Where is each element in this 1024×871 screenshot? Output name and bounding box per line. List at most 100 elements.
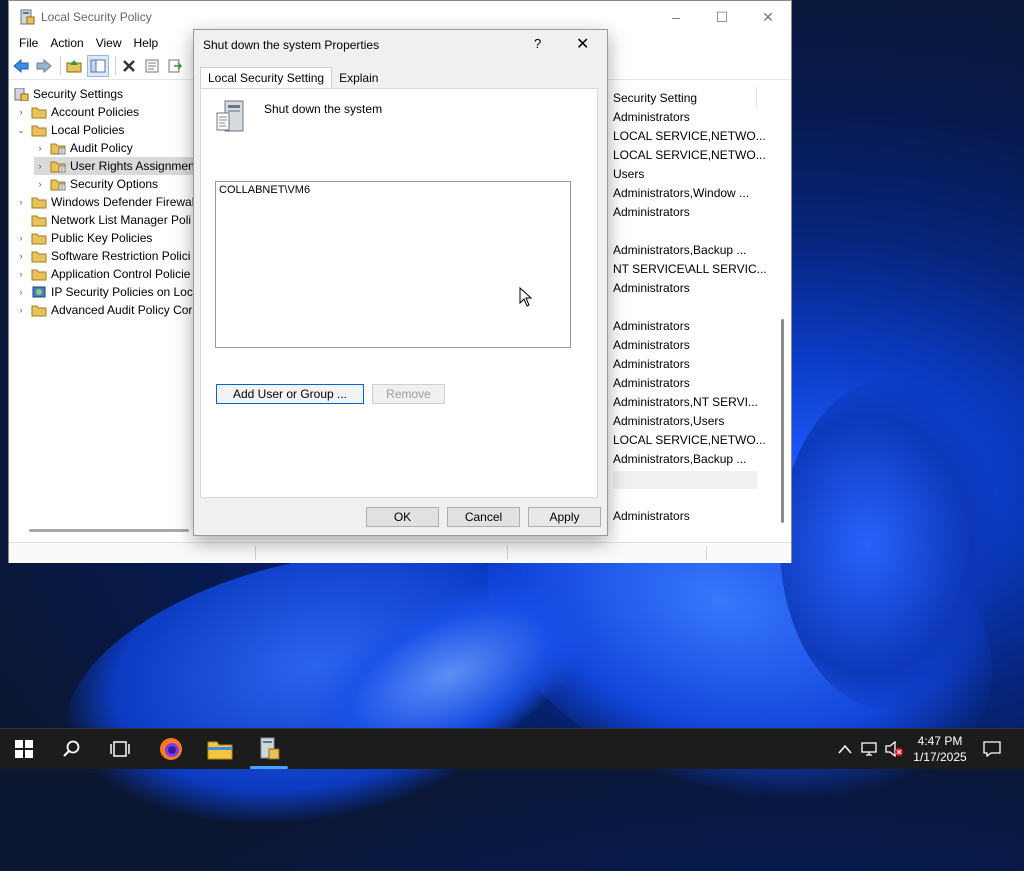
expand-arrow-icon[interactable]: › [15, 107, 27, 117]
file-explorer-icon [207, 741, 233, 760]
list-row[interactable]: Administrators,Users [613, 414, 724, 428]
expand-arrow-icon[interactable]: › [34, 143, 46, 153]
taskbar-clock[interactable]: 4:47 PM 1/17/2025 [905, 733, 975, 765]
dialog-close-button[interactable]: ✕ [576, 34, 589, 54]
help-button[interactable]: ? [534, 36, 541, 51]
tree-item[interactable]: › Software Restriction Polici [15, 247, 191, 265]
assigned-users-listbox[interactable]: COLLABNET\VM6 [215, 181, 571, 348]
tree-item[interactable]: › Account Policies [15, 103, 140, 121]
tree-item[interactable]: › Advanced Audit Policy Cor [15, 301, 193, 319]
tree-item-label: Account Policies [51, 105, 140, 119]
folder-icon [31, 197, 47, 208]
list-row[interactable]: Administrators,Backup ... [613, 243, 746, 257]
export-list-icon[interactable] [165, 56, 185, 76]
show-hide-tree-icon[interactable] [87, 55, 109, 77]
list-vertical-scrollbar[interactable] [781, 319, 784, 523]
list-row[interactable]: Administrators [613, 281, 690, 295]
tree-item[interactable]: › Application Control Policie [15, 265, 191, 283]
list-row[interactable]: LOCAL SERVICE,NETWO... [613, 129, 766, 143]
firefox-taskbar-button[interactable] [157, 735, 185, 763]
cancel-button[interactable]: Cancel [447, 507, 520, 527]
start-button[interactable] [10, 735, 38, 763]
expand-arrow-icon[interactable]: › [15, 251, 27, 261]
expand-arrow-icon[interactable]: › [15, 197, 27, 207]
list-row[interactable]: LOCAL SERVICE,NETWO... [613, 148, 766, 162]
menu-file[interactable]: File [13, 36, 44, 50]
tree-item[interactable]: ⌄ Local Policies [15, 121, 124, 139]
tree-item[interactable]: › Public Key Policies [15, 229, 153, 247]
list-row[interactable]: Administrators,Window ... [613, 186, 749, 200]
list-row[interactable]: Administrators [613, 319, 690, 333]
tree-item[interactable]: › Windows Defender Firewal [15, 193, 195, 211]
wallpaper-swirl [38, 508, 602, 871]
task-view-button[interactable] [106, 735, 134, 763]
list-row[interactable]: NT SERVICE\ALL SERVIC... [613, 262, 767, 276]
tab-explain[interactable]: Explain [332, 68, 385, 89]
expand-arrow-icon[interactable]: › [34, 161, 46, 171]
expand-arrow-icon[interactable]: › [15, 269, 27, 279]
expand-arrow-icon[interactable]: › [34, 179, 46, 189]
back-icon[interactable] [11, 56, 31, 76]
folder-icon [31, 269, 47, 280]
expand-arrow-icon[interactable]: › [15, 233, 27, 243]
tree-item[interactable]: › IP Security Policies on Loca [15, 283, 196, 301]
list-row[interactable]: Administrators,NT SERVI... [613, 395, 758, 409]
wallpaper-swirl [780, 380, 1000, 710]
network-icon[interactable] [860, 741, 878, 757]
notifications-button[interactable] [978, 735, 1006, 763]
clock-date: 1/17/2025 [913, 750, 967, 764]
list-row[interactable]: Users [613, 167, 644, 181]
list-row[interactable]: Administrators [613, 110, 690, 124]
list-row[interactable]: Administrators [613, 376, 690, 390]
tree-item-label: Security Options [70, 177, 159, 191]
column-divider[interactable] [756, 87, 757, 109]
add-user-or-group-button[interactable]: Add User or Group ... [216, 384, 364, 404]
ok-button[interactable]: OK [366, 507, 439, 527]
chevron-up-icon[interactable] [838, 744, 852, 754]
maximize-button[interactable]: ☐ [699, 1, 745, 33]
search-button[interactable] [58, 735, 86, 763]
menu-view[interactable]: View [90, 36, 128, 50]
security-policy-taskbar-button[interactable] [255, 735, 283, 763]
tree-horizontal-scrollbar[interactable] [29, 529, 189, 532]
file-explorer-taskbar-button[interactable] [206, 735, 234, 763]
tree-item[interactable]: Network List Manager Poli [15, 211, 191, 229]
expand-arrow-icon[interactable]: › [15, 287, 27, 297]
tree-item[interactable]: Security Settings [13, 85, 123, 103]
minimize-button[interactable]: – [653, 1, 699, 33]
list-row[interactable]: Administrators [613, 205, 690, 219]
collapse-arrow-icon[interactable]: ⌄ [15, 125, 27, 136]
up-one-level-icon[interactable] [64, 56, 84, 76]
folder-icon [31, 305, 47, 316]
folder-icon [31, 125, 47, 136]
tree-item-label: Network List Manager Poli [51, 213, 192, 227]
remove-button[interactable]: Remove [372, 384, 445, 404]
column-header-security-setting[interactable]: Security Setting [613, 91, 697, 105]
window-title: Local Security Policy [41, 10, 152, 24]
volume-muted-icon[interactable] [884, 741, 904, 757]
tree-item[interactable]: › User Rights Assignmen [34, 157, 195, 175]
menu-help[interactable]: Help [128, 36, 165, 50]
forward-icon[interactable] [34, 56, 54, 76]
properties-icon[interactable] [142, 56, 162, 76]
notification-icon [983, 741, 1001, 757]
close-button[interactable]: ✕ [745, 1, 791, 33]
delete-icon[interactable] [119, 56, 139, 76]
list-row[interactable]: Administrators [613, 357, 690, 371]
security-policy-app-icon [260, 737, 280, 760]
apply-button[interactable]: Apply [528, 507, 601, 527]
expand-arrow-icon[interactable]: › [15, 305, 27, 315]
firefox-icon [160, 738, 182, 760]
tree-item[interactable]: › Security Options [34, 175, 159, 193]
status-divider [706, 546, 707, 560]
tree-item[interactable]: › Audit Policy [34, 139, 133, 157]
search-icon [63, 740, 80, 757]
toolbar-separator [60, 57, 61, 75]
menu-action[interactable]: Action [44, 36, 89, 50]
list-row[interactable]: Administrators [613, 509, 690, 523]
list-row[interactable] [613, 471, 757, 489]
list-row[interactable]: Administrators,Backup ... [613, 452, 746, 466]
list-row[interactable]: LOCAL SERVICE,NETWO... [613, 433, 766, 447]
list-row[interactable]: Administrators [613, 338, 690, 352]
user-entry[interactable]: COLLABNET\VM6 [219, 184, 310, 196]
